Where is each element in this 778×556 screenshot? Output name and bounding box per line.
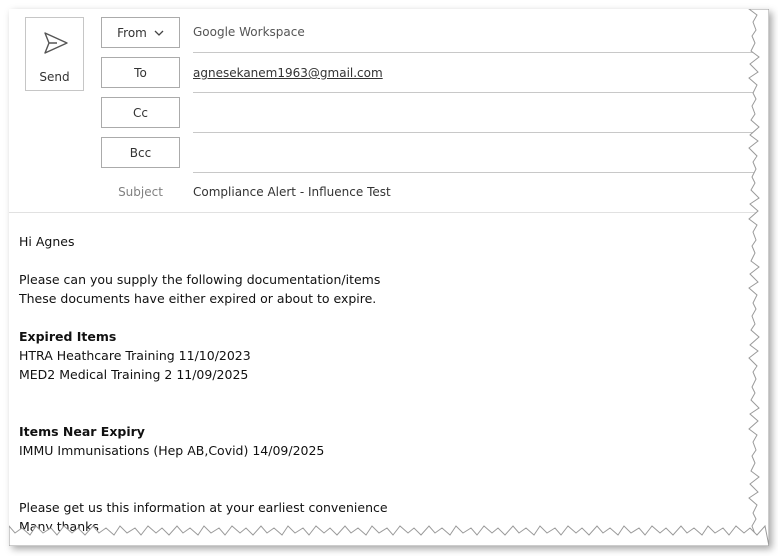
bcc-divider (193, 172, 769, 173)
send-label: Send (39, 70, 70, 84)
header-separator (9, 212, 769, 213)
to-recipient[interactable]: agnesekanem1963@gmail.com (193, 66, 383, 80)
near-expiry-item: IMMU Immunisations (Hep AB,Covid) 14/09/… (19, 443, 325, 458)
expired-item: HTRA Heathcare Training 11/10/2023 (19, 348, 251, 363)
cc-divider (193, 132, 769, 133)
signoff: Many thanks (19, 519, 99, 534)
closing-line: Please get us this information at your e… (19, 500, 388, 515)
send-icon (44, 32, 68, 54)
bcc-label: Bcc (129, 145, 152, 160)
from-value[interactable]: Google Workspace (193, 25, 305, 39)
bcc-button[interactable]: Bcc (101, 137, 180, 168)
subject-field[interactable]: Compliance Alert - Influence Test (193, 185, 391, 199)
chevron-down-icon (154, 30, 164, 36)
request-line: These documents have either expired or a… (19, 291, 377, 306)
near-expiry-heading: Items Near Expiry (19, 424, 145, 439)
cc-label: Cc (133, 105, 148, 120)
subject-label: Subject (118, 185, 163, 199)
cc-button[interactable]: Cc (101, 97, 180, 128)
to-button[interactable]: To (101, 57, 180, 88)
message-body[interactable]: Hi Agnes Please can you supply the follo… (19, 232, 388, 536)
to-divider (193, 92, 769, 93)
expired-item: MED2 Medical Training 2 11/09/2025 (19, 367, 249, 382)
email-compose-window: Send From Google Workspace To agnesekane… (9, 9, 769, 546)
to-label: To (134, 65, 147, 80)
from-divider (193, 52, 769, 53)
expired-heading: Expired Items (19, 329, 117, 344)
from-label: From (117, 25, 147, 40)
send-button[interactable]: Send (25, 17, 84, 91)
greeting: Hi Agnes (19, 234, 75, 249)
request-line: Please can you supply the following docu… (19, 272, 381, 287)
from-button[interactable]: From (101, 17, 180, 48)
